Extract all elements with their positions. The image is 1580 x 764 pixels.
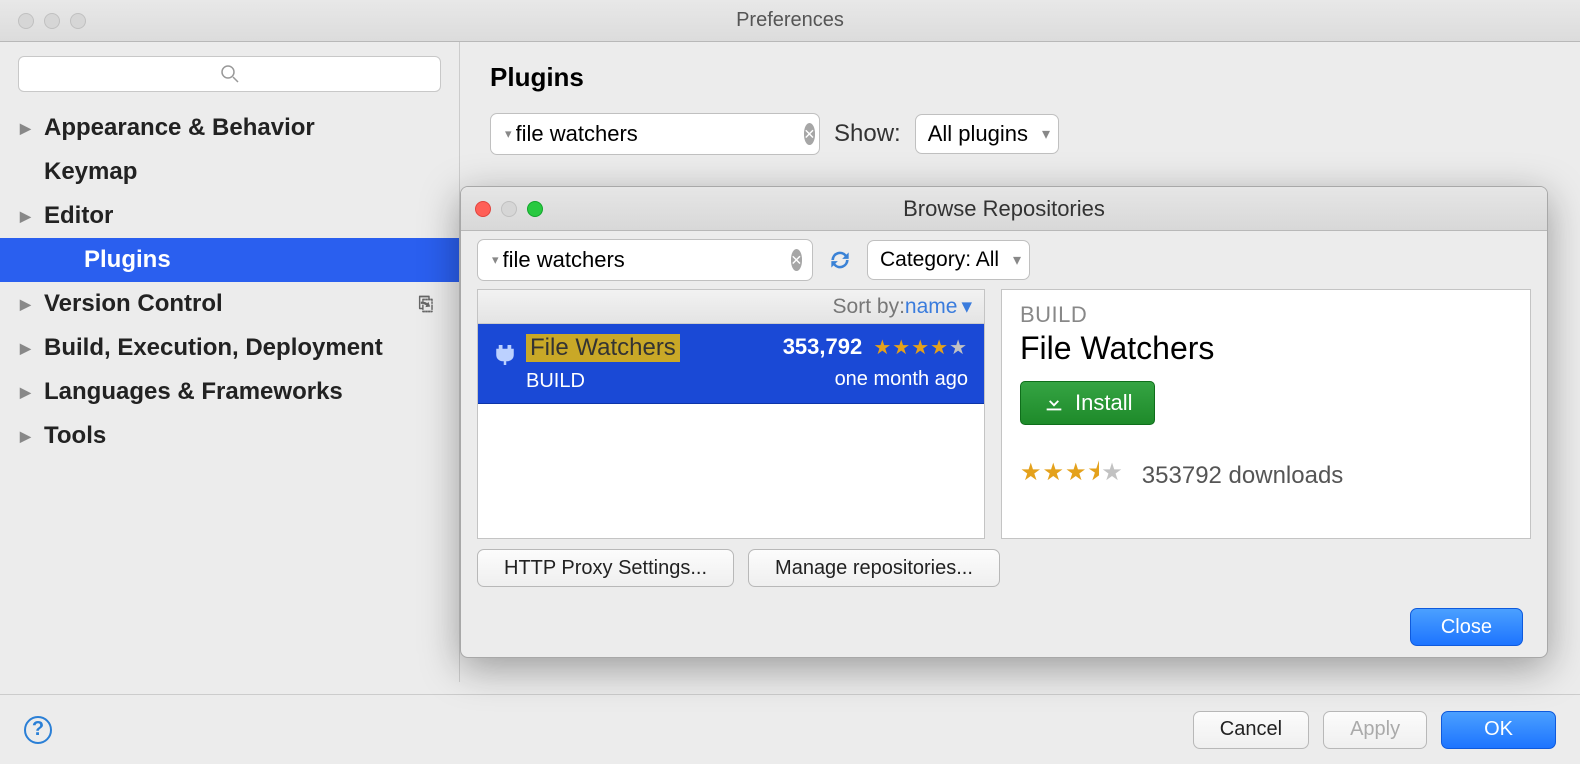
dialog-footer: Close [461,597,1547,657]
sidebar-item-label: Plugins [84,246,171,274]
sidebar-item-keymap[interactable]: ▶Keymap [0,150,459,194]
dialog-window-controls [461,201,543,217]
clear-search-icon[interactable]: ✕ [791,249,803,271]
project-scope-icon: ⎘ [419,294,439,315]
show-dropdown[interactable]: All plugins [915,114,1059,154]
plugin-category: BUILD [526,370,783,393]
plugin-list-item[interactable]: File Watchers BUILD 353,792 ★★★★★ one mo… [478,324,984,404]
install-button[interactable]: Install [1020,381,1155,425]
repo-search[interactable]: ▾ ✕ [477,239,813,281]
help-button[interactable]: ? [24,716,52,744]
sidebar-search-input[interactable] [18,56,441,92]
detail-name: File Watchers [1020,330,1512,367]
ok-button[interactable]: OK [1441,711,1556,749]
plugins-search-input[interactable] [516,121,804,147]
plugin-detail: BUILD File Watchers Install ★★★⯨★ 353792… [1001,289,1531,539]
window-titlebar: Preferences [0,0,1580,42]
refresh-icon [827,247,853,273]
install-label: Install [1075,390,1132,416]
download-icon [1043,392,1065,414]
detail-stats: ★★★⯨★ 353792 downloads [1020,455,1512,496]
category-dropdown[interactable]: Category: All [867,240,1030,280]
http-proxy-button[interactable]: HTTP Proxy Settings... [477,549,734,587]
sort-bar[interactable]: Sort by: name ▾ [478,290,984,324]
close-dialog-icon[interactable] [475,201,491,217]
clear-search-icon[interactable]: ✕ [804,123,816,145]
category-label: Category: All [880,248,999,272]
close-window-icon[interactable] [18,13,34,29]
sidebar-item-label: Keymap [44,158,137,186]
refresh-button[interactable] [825,245,855,275]
sidebar-item-tools[interactable]: ▶Tools [0,414,459,458]
window-controls [0,13,86,29]
sort-prefix: Sort by: [833,295,905,319]
plugins-list: Sort by: name ▾ File Watchers BUILD 353,… [477,289,985,539]
filter-row: ▾ ✕ Show: All plugins [490,113,1550,155]
page-title: Plugins [490,62,1550,93]
sidebar-item-label: Tools [44,422,106,450]
sidebar-item-appearance[interactable]: ▶Appearance & Behavior [0,106,459,150]
sidebar-item-build[interactable]: ▶Build, Execution, Deployment [0,326,459,370]
sidebar-item-version-control[interactable]: ▶Version Control⎘ [0,282,459,326]
sidebar-item-plugins[interactable]: ▶Plugins [0,238,459,282]
dialog-body: Sort by: name ▾ File Watchers BUILD 353,… [461,289,1547,539]
apply-button[interactable]: Apply [1323,711,1427,749]
manage-repositories-button[interactable]: Manage repositories... [748,549,1000,587]
zoom-dialog-icon[interactable] [527,201,543,217]
minimize-dialog-icon[interactable] [501,201,517,217]
preferences-sidebar: ▶Appearance & Behavior ▶Keymap ▶Editor ▶… [0,42,460,682]
plugin-meta: 353,792 ★★★★★ one month ago [783,334,968,393]
dialog-toolbar: ▾ ✕ Category: All [461,231,1547,289]
sidebar-item-label: Languages & Frameworks [44,378,343,406]
preferences-footer: ? Cancel Apply OK [0,694,1580,764]
plugin-icon [490,334,526,393]
zoom-window-icon[interactable] [70,13,86,29]
sort-value: name [905,295,958,319]
repo-search-input[interactable] [503,247,791,273]
rating-stars-icon: ★★★★★ [873,337,968,359]
dialog-title: Browse Repositories [903,196,1105,222]
show-label: Show: [834,120,901,148]
sidebar-item-label: Appearance & Behavior [44,114,315,142]
cancel-button[interactable]: Cancel [1193,711,1309,749]
sidebar-item-label: Editor [44,202,113,230]
detail-category: BUILD [1020,302,1512,328]
window-title: Preferences [736,9,844,32]
rating-stars-icon: ★★★⯨★ [1020,455,1124,496]
sidebar-item-languages[interactable]: ▶Languages & Frameworks [0,370,459,414]
sidebar-items: ▶Appearance & Behavior ▶Keymap ▶Editor ▶… [0,106,459,458]
plugin-info: File Watchers BUILD [526,334,783,393]
search-icon [220,64,240,84]
minimize-window-icon[interactable] [44,13,60,29]
show-option: All plugins [928,121,1028,147]
dialog-bottom-buttons: HTTP Proxy Settings... Manage repositori… [461,539,1547,597]
sidebar-item-label: Version Control [44,290,223,318]
download-count: 353,792 [783,334,863,359]
sidebar-item-editor[interactable]: ▶Editor [0,194,459,238]
plugins-search[interactable]: ▾ ✕ [490,113,820,155]
sort-arrow-icon: ▾ [961,294,972,319]
plugin-name: File Watchers [526,334,680,362]
browse-repositories-dialog: Browse Repositories ▾ ✕ Category: All So… [460,186,1548,658]
plugin-age: one month ago [783,368,968,391]
dialog-titlebar: Browse Repositories [461,187,1547,231]
downloads-line: 353792 downloads [1142,462,1344,490]
close-button[interactable]: Close [1410,608,1523,646]
sidebar-item-label: Build, Execution, Deployment [44,334,383,362]
